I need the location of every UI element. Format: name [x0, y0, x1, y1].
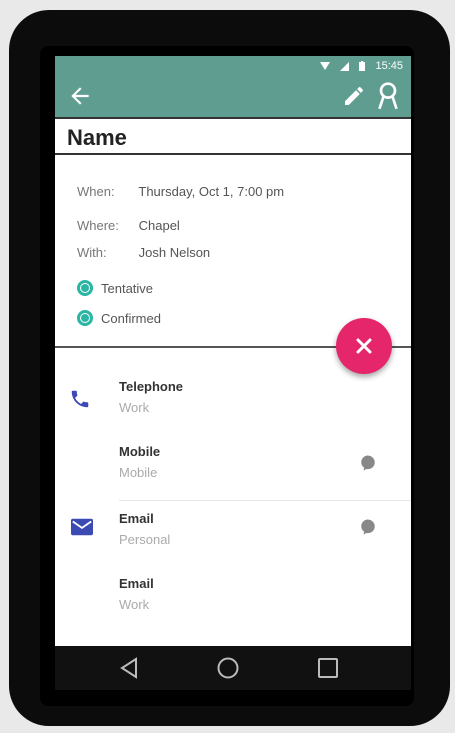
radio-tentative-label: Tentative: [101, 280, 154, 296]
contact-list: Telephone Work Mobile Mobile Email Perso…: [55, 348, 411, 646]
radio-dot-icon: [77, 310, 93, 326]
radio-tentative[interactable]: Tentative: [77, 280, 153, 296]
message-icon[interactable]: [359, 518, 377, 536]
when-label: When:: [77, 184, 115, 199]
pencil-icon[interactable]: [342, 84, 366, 108]
email-icon: [71, 518, 93, 536]
message-icon[interactable]: [359, 454, 377, 472]
radio-confirmed-label: Confirmed: [101, 310, 161, 326]
contact-main: Mobile: [119, 444, 161, 459]
square-recents-icon[interactable]: [317, 657, 339, 679]
circle-home-icon[interactable]: [216, 656, 240, 680]
where-value: Chapel: [138, 218, 180, 233]
status-time: 15:45: [375, 60, 403, 72]
where-row: Where: Chapel: [77, 218, 180, 233]
contact-email-work[interactable]: Email Work: [119, 576, 154, 612]
system-nav-bar: [55, 646, 411, 690]
where-label: Where:: [77, 218, 119, 233]
contact-sub: Personal: [119, 532, 171, 547]
contact-email-personal[interactable]: Email Personal: [119, 511, 170, 547]
arrow-left-icon[interactable]: [67, 83, 93, 109]
page-title: Name: [67, 125, 127, 150]
with-label: With:: [77, 245, 107, 260]
app-screen: 15:45 Name When: Thursday, Oct 1, 7:00 p…: [55, 56, 411, 646]
with-value: Josh Nelson: [138, 245, 211, 260]
wifi-icon: [320, 62, 331, 70]
contact-main: Email: [119, 511, 154, 526]
contact-sub: Work: [119, 597, 150, 612]
with-row: With: Josh Nelson: [77, 245, 210, 260]
battery-icon: [359, 61, 366, 71]
contact-mobile[interactable]: Mobile Mobile: [119, 444, 160, 480]
title-bar: Name: [55, 117, 411, 155]
radio-confirmed[interactable]: Confirmed: [77, 310, 161, 326]
status-bar: 15:45: [55, 56, 411, 76]
contact-telephone[interactable]: Telephone Work: [119, 379, 183, 415]
contact-main: Telephone: [119, 379, 184, 394]
contact-main: Email: [119, 576, 154, 591]
phone-icon: [71, 390, 89, 408]
close-fab-button[interactable]: [336, 318, 392, 374]
when-row: When: Thursday, Oct 1, 7:00 pm: [77, 184, 284, 199]
when-value: Thursday, Oct 1, 7:00 pm: [138, 184, 285, 199]
triangle-back-icon[interactable]: [117, 656, 141, 680]
radio-dot-icon: [77, 280, 93, 296]
app-bar: [55, 76, 411, 117]
signal-icon: [340, 61, 350, 71]
contact-sub: Work: [119, 400, 150, 415]
contact-sub: Mobile: [119, 465, 158, 480]
close-icon: [356, 338, 372, 354]
award-icon[interactable]: [375, 81, 401, 111]
divider: [119, 500, 411, 501]
